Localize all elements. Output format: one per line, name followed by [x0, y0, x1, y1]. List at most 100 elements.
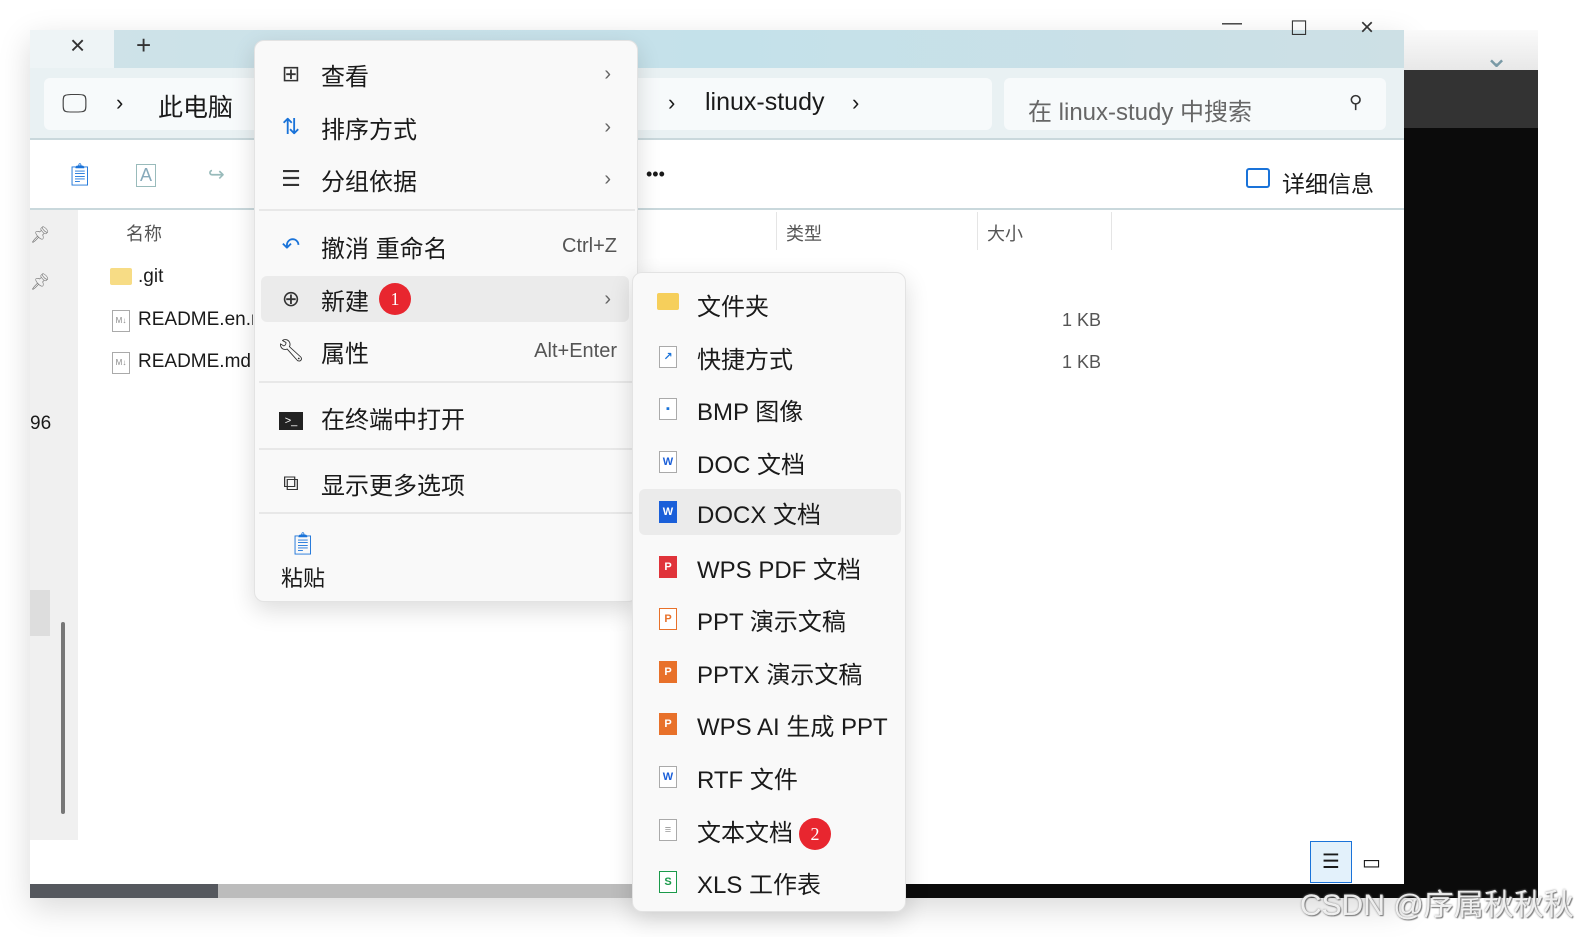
background-terminal [1404, 128, 1538, 898]
nav-item-partial[interactable]: 96 [30, 413, 51, 435]
submenu-item-ppt[interactable]: P PPT 演示文稿 [639, 596, 901, 642]
ppt-file-icon: P [639, 608, 697, 630]
nav-scrollbar[interactable] [61, 622, 65, 814]
markdown-file-icon: M↓ [112, 310, 130, 332]
menu-item-undo-rename[interactable]: ↶ 撤消 重命名 Ctrl+Z [261, 223, 629, 269]
search-input[interactable]: 在 linux-study 中搜索 [1004, 78, 1386, 130]
submenu-item-wps-ai-ppt[interactable]: P WPS AI 生成 PPT [639, 701, 901, 747]
file-name[interactable]: .git [138, 266, 163, 288]
file-size: 1 KB [1062, 310, 1102, 330]
menu-item-new[interactable]: ⊕ 新建 1 › [261, 276, 629, 322]
chevron-right-icon: › [604, 167, 611, 190]
menu-item-sort[interactable]: ⇅ 排序方式 › [261, 104, 629, 150]
file-size: 1 KB [1062, 352, 1102, 372]
menu-label: 查看 [321, 63, 369, 91]
menu-item-view[interactable]: ⊞ 查看 › [261, 51, 629, 97]
taskbar-strip [218, 884, 632, 898]
details-button[interactable]: 详细信息 [1282, 165, 1374, 199]
menu-label: 分组依据 [321, 168, 417, 196]
step-badge: 2 [799, 818, 831, 850]
rtf-file-icon: W [639, 766, 697, 788]
column-header-type[interactable]: 类型 [786, 220, 822, 246]
menu-item-show-more-options[interactable]: ⧉ 显示更多选项 [261, 460, 629, 506]
menu-label: WPS AI 生成 PPT [697, 713, 888, 741]
pdf-file-icon: P [639, 556, 697, 578]
details-pane-icon [1246, 168, 1270, 188]
close-tab-icon[interactable]: × [70, 30, 85, 61]
menu-label: PPT 演示文稿 [697, 608, 846, 636]
menu-item-properties[interactable]: 🔧︎ 属性 Alt+Enter [261, 328, 629, 374]
menu-separator [259, 209, 635, 211]
folder-icon [110, 268, 132, 285]
share-icon[interactable]: ↪ [208, 162, 225, 187]
menu-label: 新建 [321, 288, 369, 316]
paste-icon: 📋︎ [289, 531, 317, 556]
pin-icon: 📌︎ [30, 274, 51, 291]
chevron-right-icon: › [668, 90, 676, 115]
pptx-file-icon: P [639, 661, 697, 683]
bmp-file-icon: ▪ [639, 398, 697, 420]
submenu-item-shortcut[interactable]: ↗ 快捷方式 [639, 334, 901, 380]
grid-icon: ⊞ [281, 61, 301, 86]
submenu-item-docx[interactable]: W DOCX 文档 [639, 489, 901, 535]
background-panel [1404, 70, 1538, 128]
paste-icon[interactable]: 📋︎ [66, 162, 94, 188]
taskbar-strip [30, 884, 218, 898]
markdown-file-icon: M↓ [112, 352, 130, 374]
submenu-item-text-document[interactable]: ≡ 文本文档 2 [639, 807, 901, 853]
menu-label: WPS PDF 文档 [697, 556, 862, 584]
more-options-button[interactable]: ••• [646, 164, 665, 185]
word-docx-icon: W [639, 501, 697, 523]
file-name[interactable]: README.en.md [138, 309, 253, 331]
tiles-view-button[interactable]: ▭ [1362, 850, 1381, 875]
menu-label: 撤消 重命名 [321, 235, 448, 263]
undo-icon: ↶ [281, 233, 301, 258]
menu-label: 属性 [321, 340, 369, 368]
new-tab-button[interactable]: + [136, 30, 151, 61]
chevron-right-icon: › [604, 115, 611, 138]
new-submenu: 文件夹 ↗ 快捷方式 ▪ BMP 图像 W DOC 文档 W DOCX 文档 P WPS … [632, 272, 906, 912]
submenu-item-bmp[interactable]: ▪ BMP 图像 [639, 386, 901, 432]
word-doc-icon: W [639, 451, 697, 473]
breadcrumb-this-pc[interactable]: 此电脑 [158, 88, 233, 124]
menu-label: 在终端中打开 [321, 406, 465, 434]
wrench-icon: 🔧︎ [277, 338, 305, 363]
menu-separator [259, 448, 635, 450]
navigation-pane [30, 210, 78, 840]
minimize-button[interactable]: — [1222, 12, 1242, 35]
shortcut-label: Ctrl+Z [562, 234, 617, 257]
menu-label: 显示更多选项 [321, 472, 465, 500]
paste-button[interactable]: 📋︎ 粘贴 [277, 531, 329, 593]
menu-label: PPTX 演示文稿 [697, 661, 863, 689]
column-divider [1111, 212, 1112, 250]
menu-label: 文本文档 [697, 819, 793, 847]
column-header-size[interactable]: 大小 [987, 220, 1023, 246]
pin-icon: 📌︎ [30, 227, 51, 244]
submenu-item-xls[interactable]: S XLS 工作表 [639, 859, 901, 905]
menu-label: BMP 图像 [697, 398, 804, 426]
shortcut-icon: ↗ [639, 346, 697, 368]
submenu-item-folder[interactable]: 文件夹 [639, 281, 901, 327]
submenu-item-pptx[interactable]: P PPTX 演示文稿 [639, 649, 901, 695]
submenu-item-doc[interactable]: W DOC 文档 [639, 439, 901, 485]
close-window-button[interactable]: × [1360, 14, 1374, 42]
breadcrumb-linux-study[interactable]: linux-study [705, 88, 825, 117]
column-header-name[interactable]: 名称 [126, 220, 162, 246]
submenu-item-wps-pdf[interactable]: P WPS PDF 文档 [639, 544, 901, 590]
file-name[interactable]: README.md [138, 351, 251, 373]
menu-label: DOCX 文档 [697, 501, 822, 529]
maximize-button[interactable]: ☐ [1290, 16, 1308, 41]
submenu-item-rtf[interactable]: W RTF 文件 [639, 754, 901, 800]
rename-icon[interactable]: A [136, 164, 157, 187]
menu-item-group[interactable]: ☰ 分组依据 › [261, 156, 629, 202]
step-badge: 1 [379, 283, 411, 315]
background-window-header [1404, 30, 1538, 70]
details-view-button[interactable]: ☰ [1310, 841, 1352, 883]
title-bar [30, 30, 1404, 68]
chevron-right-icon: › [852, 90, 860, 115]
shortcut-label: Alt+Enter [534, 339, 617, 362]
computer-icon: 🖵 [62, 88, 88, 118]
nav-scroll-area[interactable] [30, 590, 50, 636]
menu-item-open-terminal[interactable]: >_ 在终端中打开 [261, 394, 629, 440]
menu-label: XLS 工作表 [697, 871, 822, 899]
